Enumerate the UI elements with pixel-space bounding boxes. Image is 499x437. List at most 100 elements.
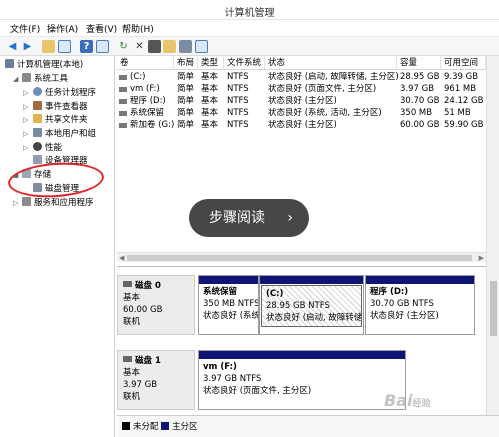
tree-shared-folders[interactable]: 共享文件夹 [33,114,88,126]
disk-icon [123,356,132,362]
disk-1-label[interactable]: 磁盘 1 基本 3.97 GB 联机 [117,350,195,410]
title-bar: 计算机管理 [0,0,499,20]
primary-swatch [161,422,169,430]
tree-system-tools[interactable]: 系统工具 [22,73,68,85]
table-cell: 350 MB [400,108,433,118]
table-cell: 新加卷 (G:) [130,120,174,130]
tree-event-viewer[interactable]: 事件查看器 [33,101,88,113]
table-row[interactable]: (C:) 简单 基本 NTFS 状态良好 (启动, 故障转储, 主分区) 28.95 GB… [117,72,486,84]
scrollbar-thumb[interactable] [490,281,497,336]
menu-file[interactable]: 文件(F) [10,22,40,35]
table-cell: 3.97 GB [400,84,435,94]
collapse-arrow-icon[interactable]: ▷ [23,114,28,126]
chevron-right-icon: › [287,210,293,226]
table-row[interactable]: vm (F:) 简单 基本 NTFS 状态良好 (页面文件, 主分区) 3.97 GB 96… [117,84,486,96]
column-type[interactable]: 类型 [198,56,224,70]
volume-icon [119,87,127,92]
show-hide-tree-icon[interactable] [58,40,71,53]
scroll-left-icon[interactable]: ◀ [119,253,124,263]
view-icon[interactable] [195,40,208,53]
disk-0-label[interactable]: 磁盘 0 基本 60.00 GB 联机 [117,275,195,335]
column-free-space[interactable]: 可用空间 [441,56,486,70]
menu-help[interactable]: 帮助(H) [122,22,154,35]
menu-action[interactable]: 操作(A) [47,22,78,35]
collapse-arrow-icon[interactable]: ▷ [23,128,28,140]
horizontal-scrollbar[interactable]: ◀ ▶ [117,252,486,262]
table-cell: 基本 [201,120,219,130]
unallocated-swatch [122,422,130,430]
volume-icon [119,123,127,128]
partition-system-reserved[interactable]: 系统保留 350 MB NTFS 状态良好 (系统 [198,275,259,335]
table-cell: 程序 (D:) [130,96,166,106]
column-filesystem[interactable]: 文件系统 [224,56,265,70]
disk-graphical-view: 磁盘 0 基本 60.00 GB 联机 系统保留 350 MB NTFS 状态良… [117,266,486,416]
up-folder-icon[interactable] [42,40,55,53]
table-cell: 基本 [201,96,219,106]
disk-icon [123,281,132,287]
folder-open-icon[interactable] [163,40,176,53]
table-cell: 基本 [201,72,219,82]
table-cell: 30.70 GB [400,96,440,106]
delete-icon[interactable]: ✕ [133,40,146,53]
table-cell: 24.12 GB [444,96,484,106]
table-cell: 51 MB [444,108,471,118]
partition-f[interactable]: vm (F:) 3.97 GB NTFS 状态良好 (页面文件, 主分区) [198,350,406,410]
tree-services[interactable]: 服务和应用程序 [22,197,94,209]
back-arrow-icon[interactable]: ◀ [6,40,19,53]
table-row[interactable]: 程序 (D:) 简单 基本 NTFS 状态良好 (主分区) 30.70 GB 24.12 G… [117,96,486,108]
column-capacity[interactable]: 容量 [397,56,441,70]
table-row[interactable]: 新加卷 (G:) 简单 基本 NTFS 状态良好 (主分区) 60.00 GB 59.90 … [117,120,486,132]
volume-icon [119,99,127,104]
scrollbar-thumb[interactable] [127,255,472,261]
column-volume[interactable]: 卷 [117,56,174,70]
vertical-scrollbar[interactable] [486,56,499,416]
tree-local-users[interactable]: 本地用户和组 [33,128,96,140]
table-cell: NTFS [227,96,249,106]
device-manager-icon [33,155,42,164]
expand-arrow-icon[interactable]: ◢ [13,73,18,85]
table-cell: 状态良好 (主分区) [268,120,337,130]
step-reading-button[interactable]: 步骤阅读 › [189,199,309,237]
table-cell: NTFS [227,84,249,94]
disk-icon[interactable] [179,40,192,53]
table-cell: 961 MB [444,84,477,94]
table-cell: 状态良好 (系统, 活动, 主分区) [268,108,382,118]
table-cell: (C:) [130,72,146,82]
partition-c[interactable]: (C:) 28.95 GB NTFS 状态良好 (启动, 故障转储 [259,275,364,335]
table-cell: 简单 [177,72,195,82]
table-cell: 28.95 GB [400,72,440,82]
event-viewer-icon [33,101,42,110]
collapse-arrow-icon[interactable]: ▷ [23,142,28,154]
properties-view-icon[interactable] [96,40,109,53]
legend-primary: 主分区 [172,422,198,432]
table-cell: 简单 [177,96,195,106]
legend-bar: 未分配 主分区 [117,415,499,437]
partition-d[interactable]: 程序 (D:) 30.70 GB NTFS 状态良好 (主分区) [365,275,475,335]
collapse-arrow-icon[interactable]: ▷ [23,87,28,99]
forward-arrow-icon[interactable]: ▶ [21,40,34,53]
table-cell: vm (F:) [130,84,160,94]
menu-view[interactable]: 查看(V) [86,22,117,35]
table-cell: NTFS [227,108,249,118]
table-row[interactable]: 系统保留 简单 基本 NTFS 状态良好 (系统, 活动, 主分区) 350 MB 51 M… [117,108,486,120]
window-title: 计算机管理 [224,8,275,19]
table-cell: 状态良好 (页面文件, 主分区) [268,84,377,94]
tree-performance[interactable]: 性能 [33,142,62,154]
table-cell: 59.90 GB [444,120,484,130]
column-layout[interactable]: 布局 [174,56,198,70]
users-icon [33,128,42,137]
table-cell: NTFS [227,120,249,130]
table-cell: 基本 [201,108,219,118]
scroll-right-icon[interactable]: ▶ [479,253,484,263]
tree-root[interactable]: 计算机管理(本地) [5,59,83,71]
column-status[interactable]: 状态 [265,56,397,70]
help-icon[interactable]: ? [80,40,93,53]
tree-task-scheduler[interactable]: 任务计划程序 [33,87,96,99]
collapse-arrow-icon[interactable]: ▷ [13,197,18,209]
menu-bar: 文件(F) 操作(A) 查看(V) 帮助(H) [0,20,499,36]
collapse-arrow-icon[interactable]: ▷ [23,101,28,113]
refresh-icon[interactable]: ↻ [117,40,130,53]
navigation-tree: 计算机管理(本地) ◢ 系统工具 ▷ 任务计划程序 ▷ 事件查看器 ▷ 共享文件… [0,56,115,437]
table-cell: 9.39 GB [444,72,479,82]
properties-icon[interactable] [148,40,161,53]
